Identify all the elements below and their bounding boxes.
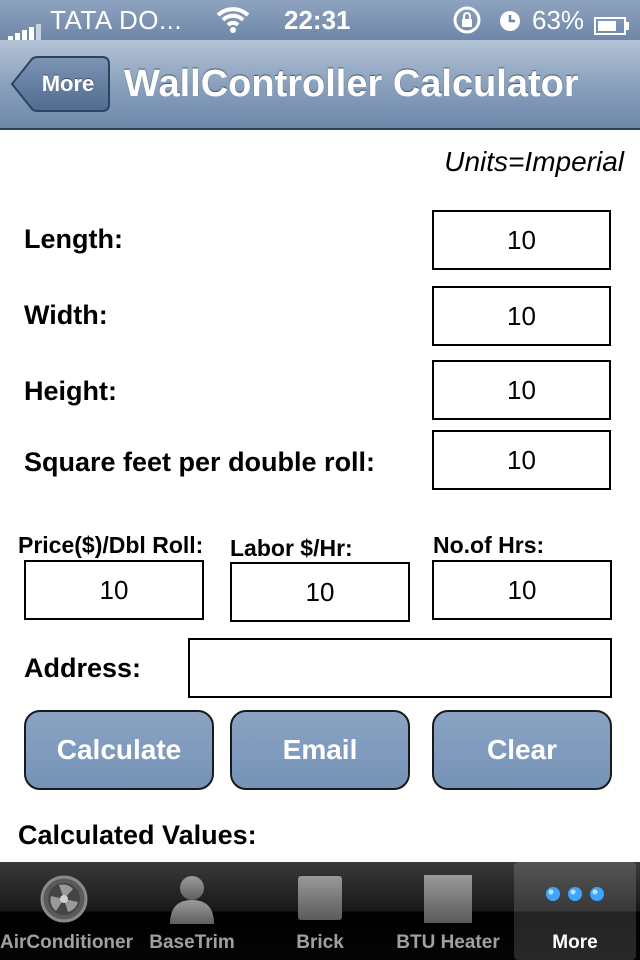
height-input[interactable]: 10: [432, 360, 611, 420]
labor-rate-input[interactable]: 10: [230, 562, 410, 622]
tab-label: More: [552, 932, 598, 953]
tab-label: Brick: [296, 932, 344, 953]
num-hours-label: No.of Hrs:: [433, 532, 545, 558]
tab-brick[interactable]: Brick: [256, 862, 384, 960]
status-bar: TATA DO... 22:31 63%: [0, 0, 640, 42]
units-label: Units=Imperial: [444, 146, 624, 177]
labor-rate-label: Labor $/Hr:: [230, 535, 353, 561]
tab-more[interactable]: More: [514, 862, 636, 960]
email-button[interactable]: Email: [230, 710, 410, 790]
clock-time: 22:31: [284, 5, 351, 35]
sqft-per-roll-input[interactable]: 10: [432, 430, 611, 490]
calculate-button[interactable]: Calculate: [24, 710, 214, 790]
width-label: Width:: [24, 300, 108, 330]
brick-icon: [296, 874, 344, 927]
address-input[interactable]: [188, 638, 612, 698]
tab-airconditioner[interactable]: AirConditioner: [0, 862, 133, 960]
height-label: Height:: [24, 376, 117, 406]
battery-percent: 63%: [532, 5, 585, 35]
calculated-values-heading: Calculated Values:: [18, 820, 257, 850]
navigation-bar: More WallController Calculator: [0, 40, 640, 130]
back-button-label: More: [41, 71, 95, 96]
more-dots-icon: [544, 874, 606, 909]
heater-icon: [423, 874, 473, 929]
price-per-roll-label: Price($)/Dbl Roll:: [18, 532, 204, 558]
signal-strength-icon: [8, 12, 43, 42]
length-label: Length:: [24, 224, 123, 254]
carrier-name: TATA DO...: [50, 5, 183, 35]
width-input[interactable]: 10: [432, 286, 611, 346]
num-hours-input[interactable]: 10: [432, 560, 612, 620]
basetrim-icon: [167, 874, 217, 931]
fan-icon: [39, 874, 89, 929]
tab-btu-heater[interactable]: BTU Heater: [384, 862, 512, 960]
wifi-icon: [216, 5, 250, 33]
tab-label: BTU Heater: [396, 932, 500, 953]
tab-label: BaseTrim: [149, 932, 235, 953]
length-input[interactable]: 10: [432, 210, 611, 270]
tab-label: AirConditioner: [0, 932, 133, 953]
page-title: WallController Calculator: [124, 63, 579, 105]
back-button[interactable]: More: [10, 56, 110, 112]
clear-button[interactable]: Clear: [432, 710, 612, 790]
battery-icon: [594, 11, 630, 35]
tab-bar: AirConditioner BaseTrim Brick BTU Heater…: [0, 862, 640, 960]
price-per-roll-input[interactable]: 10: [24, 560, 204, 620]
rotation-lock-icon: [452, 5, 482, 35]
tab-basetrim[interactable]: BaseTrim: [128, 862, 256, 960]
address-label: Address:: [24, 653, 142, 683]
alarm-clock-icon: [497, 5, 523, 35]
sqft-per-roll-label: Square feet per double roll:: [24, 447, 376, 477]
